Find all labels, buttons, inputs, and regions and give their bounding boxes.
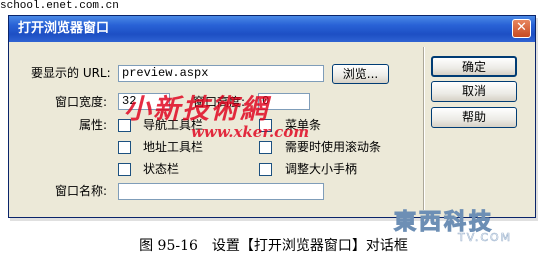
resize-handles-checkbox[interactable] — [259, 163, 272, 176]
location-toolbar-checkbox[interactable] — [118, 141, 131, 154]
scrollbars-label: 需要时使用滚动条 — [285, 140, 382, 154]
close-icon: ✕ — [516, 20, 527, 35]
open-browser-window-dialog: 打开浏览器窗口 ✕ 要显示的 URL: preview.aspx 浏览... 窗… — [8, 15, 536, 218]
watermark-text: 小新技術網 — [124, 94, 269, 125]
resize-handles-label: 调整大小手柄 — [285, 162, 358, 176]
status-bar-checkbox[interactable] — [118, 163, 131, 176]
attributes-label: 属性: — [79, 118, 108, 132]
location-toolbar-label: 地址工具栏 — [143, 140, 204, 154]
scrollbars-checkbox[interactable] — [259, 141, 272, 154]
help-button[interactable]: 帮助 — [431, 107, 517, 128]
status-bar-label: 状态栏 — [143, 162, 180, 176]
dialog-title: 打开浏览器窗口 — [18, 21, 110, 36]
close-button[interactable]: ✕ — [512, 19, 531, 38]
browse-button[interactable]: 浏览... — [332, 64, 389, 84]
watermark-url: www.xker.com — [191, 123, 310, 141]
cancel-button[interactable]: 取消 — [431, 81, 517, 102]
separator — [423, 47, 425, 210]
site-caption: school.enet.com.cn — [0, 0, 119, 12]
window-name-label: 窗口名称: — [55, 184, 108, 198]
window-name-input[interactable] — [118, 183, 324, 200]
figure-caption: 图 95-16 设置【打开浏览器窗口】对话框 — [139, 238, 408, 254]
dialog-titlebar[interactable]: 打开浏览器窗口 ✕ — [9, 16, 535, 42]
url-label: 要显示的 URL: — [31, 66, 111, 80]
url-input[interactable]: preview.aspx — [118, 65, 324, 82]
ok-button[interactable]: 确定 — [431, 56, 517, 77]
window-width-label: 窗口宽度: — [55, 95, 108, 109]
